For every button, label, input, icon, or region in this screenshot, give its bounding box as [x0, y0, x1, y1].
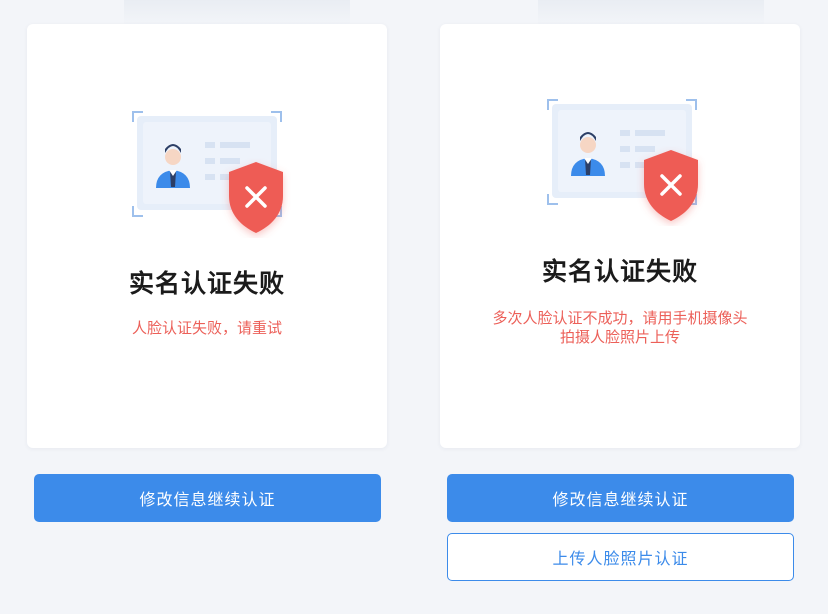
- modify-info-continue-button[interactable]: 修改信息继续认证: [34, 474, 381, 522]
- result-card: 实名认证失败 人脸认证失败，请重试: [27, 24, 387, 448]
- shield-x-icon: [644, 150, 698, 221]
- upload-face-photo-button[interactable]: 上传人脸照片认证: [447, 533, 794, 581]
- error-message: 人脸认证失败，请重试: [131, 319, 282, 337]
- modify-info-continue-button[interactable]: 修改信息继续认证: [447, 474, 794, 522]
- page-title: 实名认证失败: [541, 257, 698, 286]
- top-tab-shadow: [538, 0, 764, 26]
- id-card-failed-icon: [542, 96, 702, 221]
- page-title: 实名认证失败: [128, 269, 285, 298]
- shield-x-icon: [229, 162, 283, 233]
- error-message-line-1: 多次人脸认证不成功，请用手机摄像头: [492, 309, 748, 327]
- id-card-failed-icon: [127, 108, 287, 233]
- error-message: 多次人脸认证不成功，请用手机摄像头 拍摄人脸照片上传: [460, 309, 780, 347]
- failure-screen-left: 实名认证失败 人脸认证失败，请重试 修改信息继续认证: [0, 0, 414, 614]
- error-message-line-2: 拍摄人脸照片上传: [559, 328, 680, 346]
- result-card: 实名认证失败 多次人脸认证不成功，请用手机摄像头 拍摄人脸照片上传: [440, 24, 800, 448]
- top-tab-shadow: [124, 0, 350, 26]
- failure-screen-right: 实名认证失败 多次人脸认证不成功，请用手机摄像头 拍摄人脸照片上传 修改信息继续…: [414, 0, 828, 614]
